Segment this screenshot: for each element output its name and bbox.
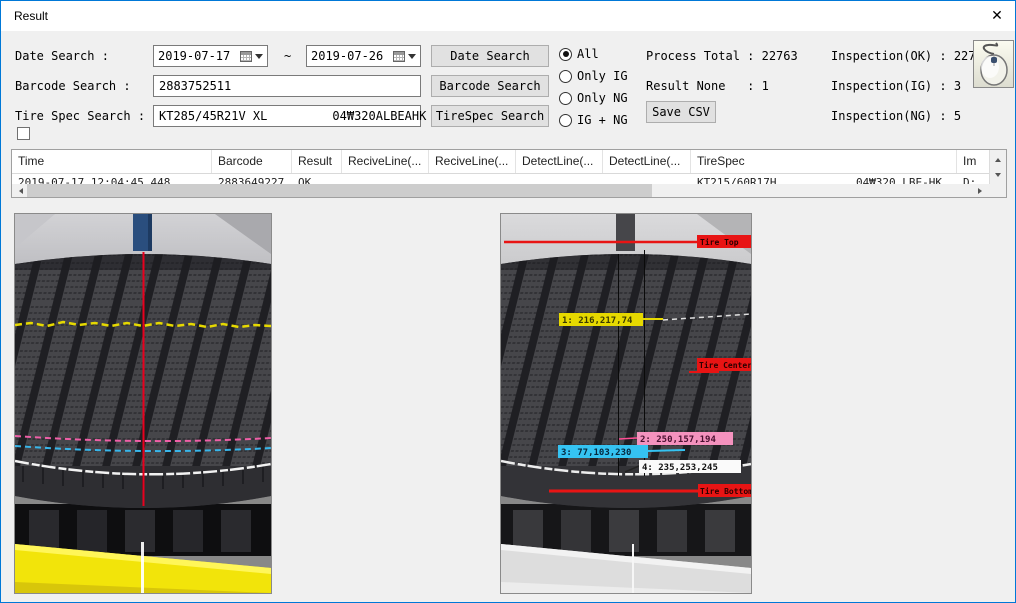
filter-all-radio[interactable]: All (559, 47, 599, 61)
column-header-result[interactable]: Result (292, 150, 342, 173)
radio-icon (559, 92, 572, 105)
radio-selected-icon (559, 48, 572, 61)
inspection-ng-stat: Inspection(NG) : 5 (831, 109, 961, 123)
strap-grayscale (616, 214, 635, 251)
date-to-value: 2019-07-26 (311, 49, 393, 63)
column-header-reciveline2[interactable]: ReciveLine(... (429, 150, 516, 173)
calendar-icon (240, 51, 252, 62)
tire-center-label: Tire Center (699, 360, 751, 370)
process-total-stat: Process Total : 22763 (646, 49, 798, 63)
results-table: Time Barcode Result ReciveLine(... Reciv… (11, 149, 1007, 198)
scroll-left-button[interactable] (12, 184, 27, 197)
scroll-down-icon (995, 173, 1001, 180)
inspection-ok-stat: Inspection(OK) : 22754 (831, 49, 990, 63)
unlabeled-checkbox[interactable] (17, 127, 30, 140)
date-from-value: 2019-07-17 (158, 49, 240, 63)
radio-icon (559, 114, 572, 127)
filter-only-ig-radio[interactable]: Only IG (559, 69, 628, 83)
column-header-detectline2[interactable]: DetectLine(... (603, 150, 691, 173)
tire-photo-color (14, 213, 272, 594)
vertical-scrollbar[interactable] (989, 150, 1006, 184)
filter-ig-ng-radio[interactable]: IG + NG (559, 113, 628, 127)
tirespec-search-value: KT285/45R21V XL 04₩320ALBEAHK (159, 109, 426, 123)
pink-measure-label: 2: 250,157,194 (640, 435, 716, 445)
column-header-reciveline1[interactable]: ReciveLine(... (342, 150, 429, 173)
pink-connector-line (619, 438, 637, 439)
scroll-right-icon (978, 188, 985, 194)
scroll-right-button[interactable] (974, 184, 989, 197)
date-to-picker[interactable]: 2019-07-26 (306, 45, 421, 67)
column-header-detectline1[interactable]: DetectLine(... (516, 150, 603, 173)
column-header-image[interactable]: Im (957, 150, 989, 173)
filter-only-ng-radio[interactable]: Only NG (559, 91, 628, 105)
scrollbar-corner (989, 184, 1006, 197)
result-none-stat: Result None : 1 (646, 79, 769, 93)
filter-only-ng-label: Only NG (577, 91, 628, 105)
tirespec-search-button[interactable]: TireSpec Search (431, 105, 549, 127)
column-header-tirespec[interactable]: TireSpec (691, 150, 957, 173)
horizontal-scrollbar[interactable] (12, 184, 989, 197)
filter-all-label: All (577, 47, 599, 61)
table-header-row: Time Barcode Result ReciveLine(... Reciv… (12, 150, 989, 174)
filter-only-ig-label: Only IG (577, 69, 628, 83)
date-search-label: Date Search : (15, 49, 109, 63)
result-dialog: Result ✕ Date Search : 2019-07-17 ~ 2019… (0, 0, 1016, 603)
scroll-up-button[interactable] (990, 150, 1006, 166)
barcode-search-label: Barcode Search : (15, 79, 131, 93)
scroll-down-button[interactable] (990, 168, 1006, 184)
close-icon: ✕ (991, 8, 1003, 24)
tire-tread (501, 244, 751, 520)
inspection-ig-stat: Inspection(IG) : 3 (831, 79, 961, 93)
chevron-down-icon[interactable] (255, 54, 263, 63)
tire-top-label: Tire Top (700, 237, 739, 247)
date-from-picker[interactable]: 2019-07-17 (153, 45, 268, 67)
close-button[interactable]: ✕ (983, 5, 1011, 27)
mouse-tool-button[interactable] (973, 40, 1014, 88)
tirespec-search-label: Tire Spec Search : (15, 109, 145, 123)
column-header-time[interactable]: Time (12, 150, 212, 173)
radio-icon (559, 70, 572, 83)
date-range-separator: ~ (284, 49, 291, 63)
column-header-barcode[interactable]: Barcode (212, 150, 292, 173)
computer-mouse-icon (976, 42, 1012, 86)
tire-photo-color-canvas (15, 214, 271, 593)
scroll-up-icon (995, 155, 1001, 162)
scroll-left-icon (16, 188, 23, 194)
chevron-down-icon[interactable] (408, 54, 416, 63)
tire-bottom-label: Tire Bottom (700, 486, 751, 496)
tirespec-search-input[interactable]: KT285/45R21V XL 04₩320ALBEAHK (153, 105, 421, 127)
calendar-icon (393, 51, 405, 62)
barcode-search-input[interactable]: 2883752511 (153, 75, 421, 97)
save-csv-button[interactable]: Save CSV (646, 101, 716, 123)
white-measure-label: 4: 235,253,245 (642, 463, 718, 473)
tire-photo-detection-canvas: Tire Top 1: 216,217,74 Tire Center 2: 25… (501, 214, 751, 593)
barcode-search-value: 2883752511 (159, 79, 231, 93)
window-title: Result (14, 9, 48, 23)
titlebar: Result ✕ (1, 1, 1015, 31)
horizontal-scroll-thumb[interactable] (27, 184, 652, 197)
barcode-search-button[interactable]: Barcode Search (431, 75, 549, 97)
filter-ig-ng-label: IG + NG (577, 113, 628, 127)
tire-photo-detection: Tire Top 1: 216,217,74 Tire Center 2: 25… (500, 213, 752, 594)
tread-depth-label: 1: 216,217,74 (562, 316, 633, 326)
cyan-measure-label: 3: 77,103,230 (561, 448, 631, 458)
date-search-button[interactable]: Date Search (431, 45, 549, 67)
laser-line (141, 542, 144, 593)
cyan-connector-line (648, 450, 685, 451)
